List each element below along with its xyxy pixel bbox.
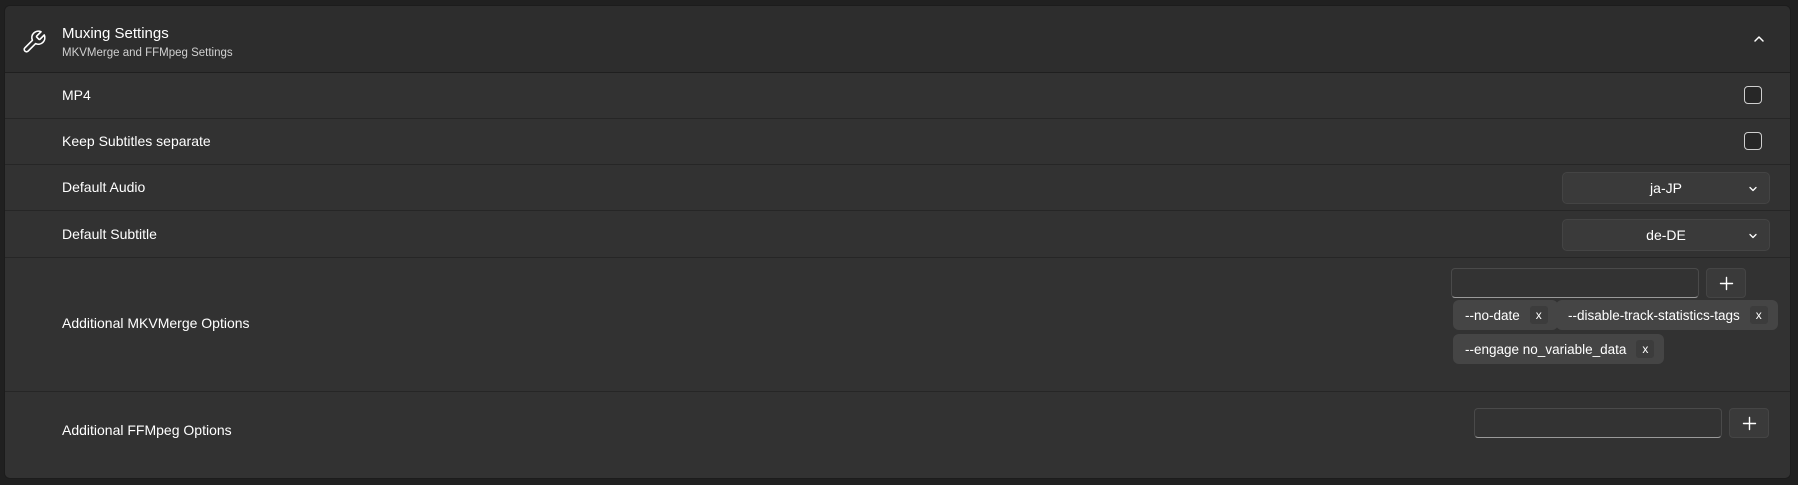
muxing-settings-panel: Muxing Settings MKVMerge and FFMpeg Sett…: [4, 5, 1791, 479]
default-audio-row: Default Audio ja-JP: [5, 165, 1790, 211]
default-subtitle-value: de-DE: [1646, 227, 1686, 243]
chevron-down-icon: [1749, 186, 1757, 192]
mp4-checkbox[interactable]: [1744, 86, 1762, 104]
chevron-down-icon: [1749, 233, 1757, 239]
ffmpeg-option-input[interactable]: [1474, 408, 1722, 438]
wrench-icon: [23, 30, 46, 53]
remove-tag-button[interactable]: x: [1636, 340, 1655, 358]
plus-icon: [1742, 416, 1757, 431]
mp4-row: MP4: [5, 73, 1790, 119]
default-audio-dropdown[interactable]: ja-JP: [1562, 172, 1770, 204]
plus-icon: [1719, 276, 1734, 291]
tag-label: --disable-track-statistics-tags: [1568, 307, 1740, 323]
ffmpeg-options-label: Additional FFMpeg Options: [62, 422, 232, 438]
keep-subtitles-label: Keep Subtitles separate: [62, 133, 211, 149]
remove-tag-button[interactable]: x: [1749, 306, 1768, 324]
mp4-label: MP4: [62, 87, 91, 103]
keep-subtitles-row: Keep Subtitles separate: [5, 119, 1790, 165]
remove-tag-button[interactable]: x: [1529, 306, 1548, 324]
default-audio-value: ja-JP: [1650, 180, 1682, 196]
mkvmerge-tag: --engage no_variable_data x: [1453, 334, 1665, 364]
section-title: Muxing Settings: [62, 25, 169, 42]
mkvmerge-add-button[interactable]: [1706, 268, 1746, 298]
section-header[interactable]: Muxing Settings MKVMerge and FFMpeg Sett…: [5, 6, 1790, 73]
ffmpeg-add-button[interactable]: [1729, 408, 1769, 438]
default-audio-label: Default Audio: [62, 179, 146, 195]
default-subtitle-dropdown[interactable]: de-DE: [1562, 219, 1770, 251]
ffmpeg-options-row: Additional FFMpeg Options: [5, 392, 1790, 478]
section-subtitle: MKVMerge and FFMpeg Settings: [62, 47, 233, 59]
mkvmerge-option-input[interactable]: [1451, 268, 1699, 298]
chevron-up-icon[interactable]: [1750, 30, 1768, 48]
tag-label: --engage no_variable_data: [1465, 341, 1627, 357]
mkvmerge-tag: --disable-track-statistics-tags x: [1556, 300, 1778, 330]
mkvmerge-tag: --no-date x: [1453, 300, 1558, 330]
default-subtitle-label: Default Subtitle: [62, 226, 157, 242]
tag-label: --no-date: [1465, 307, 1520, 323]
mkvmerge-options-label: Additional MKVMerge Options: [62, 315, 250, 331]
mkvmerge-options-row: Additional MKVMerge Options --no-date x …: [5, 258, 1790, 392]
default-subtitle-row: Default Subtitle de-DE: [5, 211, 1790, 258]
keep-subtitles-checkbox[interactable]: [1744, 132, 1762, 150]
